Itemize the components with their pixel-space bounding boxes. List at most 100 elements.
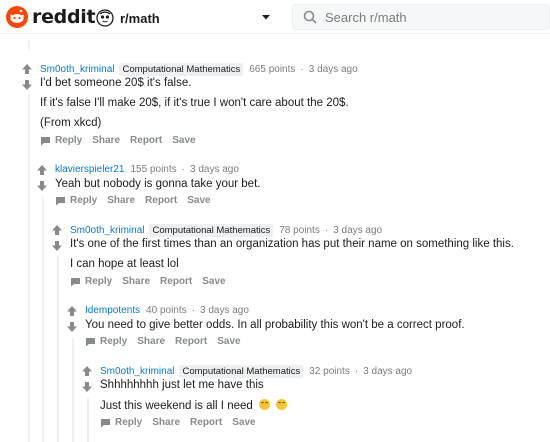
upvote-icon[interactable]: [81, 365, 93, 377]
comment-actions: Reply Share Report Save: [40, 135, 206, 146]
share-button[interactable]: Share: [137, 336, 165, 347]
vote-column: [51, 224, 67, 252]
comment-text: Just this weekend is all I need: [100, 400, 253, 412]
community-icon: [96, 9, 114, 27]
user-flair: Computational Mathematics: [149, 224, 274, 237]
comment-points: 78 points: [279, 225, 320, 236]
comment-author[interactable]: klavierspieler21: [55, 164, 124, 175]
comment-points: 40 points: [146, 305, 187, 316]
comment-actions: Reply Share Report Save: [85, 336, 251, 347]
comment-meta: Sm0oth_kriminal Computational Mathematic…: [70, 224, 382, 237]
comment-author[interactable]: Sm0oth_kriminal: [40, 64, 114, 75]
comment-meta: Idempotents 40 points · 3 days ago: [85, 305, 249, 316]
downvote-icon[interactable]: [51, 240, 63, 252]
upvote-icon[interactable]: [36, 164, 48, 176]
thread-line[interactable]: [72, 338, 74, 442]
reply-icon: [56, 196, 65, 205]
reply-button[interactable]: Reply: [100, 336, 127, 347]
save-button[interactable]: Save: [217, 336, 240, 347]
share-button[interactable]: Share: [152, 417, 180, 428]
report-button[interactable]: Report: [130, 135, 162, 146]
downvote-icon[interactable]: [81, 381, 93, 393]
comment-points: 155 points: [130, 164, 177, 175]
vote-column: [21, 63, 37, 91]
community-switcher[interactable]: r/math: [96, 7, 276, 29]
comment-timestamp[interactable]: 3 days ago: [190, 164, 239, 175]
thread-line[interactable]: [57, 256, 59, 442]
reply-icon: [41, 136, 50, 145]
comment-timestamp[interactable]: 3 days ago: [200, 305, 249, 316]
chevron-down-icon: [262, 15, 270, 20]
comment-text: If it's false I'll make 20$, if it's tru…: [40, 97, 349, 109]
reply-button[interactable]: Reply: [85, 276, 112, 287]
comment-timestamp[interactable]: 3 days ago: [363, 366, 412, 377]
reply-button[interactable]: Reply: [115, 417, 142, 428]
search-bar[interactable]: [292, 4, 550, 30]
top-bar: reddit r/math: [0, 0, 550, 34]
comment-meta: Sm0oth_kriminal Computational Mathematic…: [100, 365, 412, 378]
grin-emoji-icon: [258, 399, 270, 410]
comment-author[interactable]: Sm0oth_kriminal: [100, 366, 174, 377]
user-flair: Computational Mathematics: [179, 365, 304, 378]
search-input[interactable]: [325, 9, 525, 25]
comment-author[interactable]: Sm0oth_kriminal: [70, 225, 144, 236]
vote-column: [81, 365, 97, 393]
share-button[interactable]: Share: [107, 195, 135, 206]
reply-button[interactable]: Reply: [70, 195, 97, 206]
report-button[interactable]: Report: [145, 195, 177, 206]
comment-actions: Reply Share Report Save: [55, 195, 221, 206]
comment-points: 665 points: [249, 64, 296, 75]
share-button[interactable]: Share: [92, 135, 120, 146]
comment-actions: Reply Share Report Save: [70, 276, 236, 287]
reddit-logo-icon[interactable]: [6, 6, 28, 28]
thread-line[interactable]: [42, 196, 44, 442]
separator-dot: ·: [181, 164, 185, 175]
comment-meta: Sm0oth_kriminal Computational Mathematic…: [40, 63, 358, 76]
vote-column: [66, 305, 82, 333]
comment-text: I'd bet someone 20$ it's false.: [40, 77, 192, 89]
report-button[interactable]: Report: [160, 276, 192, 287]
upvote-icon[interactable]: [21, 63, 33, 75]
comment-author[interactable]: Idempotents: [85, 305, 140, 316]
grin-emoji-icon: [276, 399, 288, 410]
thread-line[interactable]: [28, 94, 30, 442]
reply-button[interactable]: Reply: [55, 135, 82, 146]
report-button[interactable]: Report: [175, 336, 207, 347]
separator-dot: ·: [324, 225, 329, 236]
community-name: r/math: [120, 10, 160, 26]
vote-column: [36, 164, 52, 192]
save-button[interactable]: Save: [202, 276, 225, 287]
report-button[interactable]: Report: [190, 417, 222, 428]
upvote-icon[interactable]: [51, 224, 63, 236]
comment-text-with-emoji: Just this weekend is all I need: [100, 399, 288, 412]
comment-actions: Reply Share Report Save: [100, 417, 266, 428]
separator-dot: ·: [354, 366, 359, 377]
user-flair: Computational Mathematics: [119, 63, 244, 76]
save-button[interactable]: Save: [187, 195, 210, 206]
search-icon: [303, 10, 317, 24]
comment-text: It's one of the first times than an orga…: [70, 238, 514, 250]
downvote-icon[interactable]: [36, 180, 48, 192]
comment-text: You need to give better odds. In all pro…: [85, 319, 465, 331]
reply-icon: [86, 337, 95, 346]
comment-text: Yeah but nobody is gonna take your bet.: [55, 178, 261, 190]
downvote-icon[interactable]: [66, 321, 78, 333]
save-button[interactable]: Save: [172, 135, 195, 146]
comment-timestamp[interactable]: 3 days ago: [333, 225, 382, 236]
separator-dot: ·: [191, 305, 195, 316]
separator-dot: ·: [300, 64, 304, 75]
thread-line[interactable]: [87, 398, 89, 442]
save-button[interactable]: Save: [232, 417, 255, 428]
comment-meta: klavierspieler21 155 points · 3 days ago: [55, 164, 239, 175]
share-button[interactable]: Share: [122, 276, 150, 287]
upvote-icon[interactable]: [66, 305, 78, 317]
comment-timestamp[interactable]: 3 days ago: [309, 64, 358, 75]
reply-icon: [71, 277, 80, 286]
thread-line[interactable]: [28, 40, 30, 50]
comment-text: (From xkcd): [40, 117, 102, 129]
reddit-wordmark[interactable]: reddit: [32, 6, 96, 28]
comment-text: I can hope at least lol: [70, 258, 179, 270]
comment-text: Shhhhhhhh just let me have this: [100, 379, 264, 391]
downvote-icon[interactable]: [21, 79, 33, 91]
comment-points: 32 points: [309, 366, 350, 377]
